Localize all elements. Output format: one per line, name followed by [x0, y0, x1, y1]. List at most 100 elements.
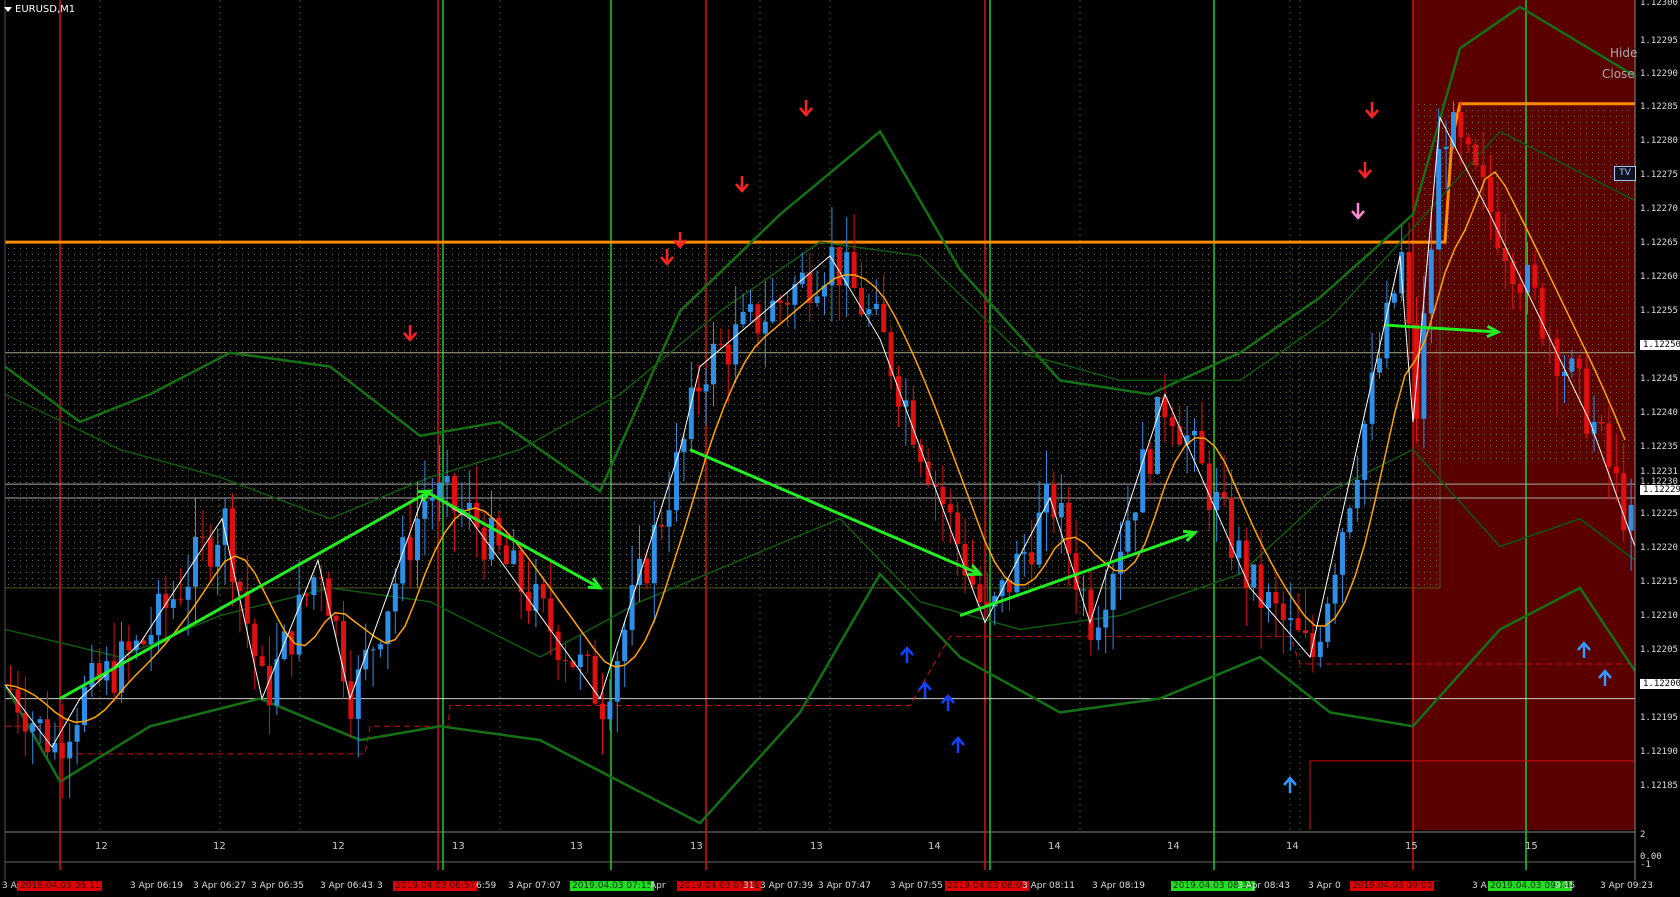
- candle: [378, 644, 383, 650]
- candle: [896, 376, 901, 407]
- candle: [1081, 589, 1086, 591]
- support-level: [5, 635, 1635, 755]
- candle: [392, 583, 398, 612]
- day-label: 13: [452, 841, 465, 852]
- price-tick-label: 1.12270: [1640, 204, 1678, 214]
- candle: [281, 631, 287, 660]
- tv-button[interactable]: TV: [1614, 166, 1636, 181]
- candle: [1332, 574, 1338, 604]
- candle: [311, 577, 317, 596]
- candle: [67, 741, 73, 759]
- price-tick-label: 1.12260: [1640, 272, 1678, 282]
- candle: [1125, 520, 1131, 552]
- time-tick-label: 31: [743, 881, 755, 891]
- candle: [348, 681, 354, 719]
- candle: [873, 303, 879, 310]
- candle: [1155, 397, 1160, 474]
- day-label: 14: [928, 841, 941, 852]
- time-tick-label: 6:59: [476, 881, 497, 891]
- day-label: 12: [332, 841, 345, 852]
- candle: [785, 302, 790, 305]
- price-chart[interactable]: [0, 0, 1680, 897]
- candle: [725, 344, 731, 365]
- time-tick-label: 3 Apr 07:39: [760, 881, 813, 891]
- price-tick-label: 1.12290: [1640, 69, 1678, 79]
- candle: [1177, 426, 1183, 445]
- candle: [74, 725, 80, 742]
- candle: [1021, 552, 1027, 554]
- day-label: 14: [1286, 841, 1299, 852]
- close-button[interactable]: Close: [1602, 67, 1635, 81]
- candle: [1147, 449, 1153, 474]
- price-tick-label: 1.12190: [1640, 747, 1678, 757]
- candle: [252, 623, 258, 657]
- price-tick-label: 1.12235: [1640, 442, 1678, 452]
- candle: [577, 654, 583, 668]
- time-tick-label: 9:15: [1555, 881, 1576, 891]
- candle: [1480, 165, 1486, 178]
- candle: [481, 527, 487, 560]
- candle: [503, 545, 509, 564]
- candle: [45, 719, 50, 753]
- candle: [119, 641, 124, 693]
- candle: [1421, 313, 1427, 419]
- day-label: 14: [1048, 841, 1061, 852]
- candle: [540, 583, 546, 599]
- candle: [1347, 508, 1353, 533]
- candle: [1192, 430, 1197, 436]
- symbol-text: EURUSD,M1: [15, 4, 76, 15]
- candle: [563, 660, 568, 662]
- candle: [814, 296, 820, 303]
- candle: [333, 615, 339, 621]
- candle: [1391, 293, 1397, 303]
- candle: [711, 343, 716, 385]
- candle: [1377, 358, 1382, 373]
- day-label: 14: [1167, 841, 1180, 852]
- candle: [666, 510, 672, 527]
- candle: [1095, 627, 1101, 641]
- candle: [1273, 591, 1279, 604]
- candle: [370, 649, 376, 651]
- candle: [1051, 483, 1057, 518]
- candle: [422, 500, 428, 519]
- candle: [1584, 368, 1590, 434]
- candle: [1606, 423, 1612, 467]
- candle: [230, 508, 235, 582]
- candle: [910, 400, 916, 445]
- candle: [1317, 641, 1323, 658]
- dropdown-triangle-icon[interactable]: [4, 7, 12, 12]
- candle: [1132, 512, 1138, 521]
- chart-window[interactable]: EURUSD,M1 Hide Close TV 1.12300 1.12295 1.…: [0, 0, 1680, 897]
- candle: [1266, 591, 1271, 609]
- time-tick-label: 3 Apr 07:07: [508, 881, 561, 891]
- price-tick-label: 1.12195: [1640, 713, 1678, 723]
- symbol-label[interactable]: EURUSD,M1: [4, 4, 75, 15]
- candle: [1362, 423, 1368, 480]
- candle: [1458, 112, 1464, 138]
- candle: [466, 502, 472, 510]
- candle: [1066, 502, 1072, 554]
- time-tick-label: 3 Apr 06:35: [251, 881, 304, 891]
- hide-button[interactable]: Hide: [1610, 46, 1637, 60]
- candle: [740, 311, 746, 325]
- candle: [1288, 618, 1294, 621]
- candle: [718, 343, 724, 345]
- candle: [444, 476, 450, 483]
- candle: [304, 594, 309, 596]
- candle: [400, 537, 406, 584]
- candle: [777, 300, 783, 303]
- candle: [1569, 358, 1575, 372]
- time-tick-label: 3 Apr 06:27: [193, 881, 246, 891]
- time-tick-label: 2019.04.03 06:57: [393, 881, 478, 891]
- time-tick-label: 3 A: [1472, 881, 1487, 891]
- candle: [555, 631, 561, 661]
- candle: [592, 655, 598, 704]
- candle: [947, 504, 953, 513]
- candle: [59, 742, 65, 759]
- candle: [429, 498, 435, 501]
- price-tick-label: 1.12185: [1640, 781, 1678, 791]
- time-tick-label: 3 Apr 08:43: [1237, 881, 1290, 891]
- price-tick-label: 1.12285: [1640, 102, 1678, 112]
- price-tick-label: 1.12300: [1640, 0, 1678, 8]
- price-tick-label: 1.12250: [1640, 340, 1680, 350]
